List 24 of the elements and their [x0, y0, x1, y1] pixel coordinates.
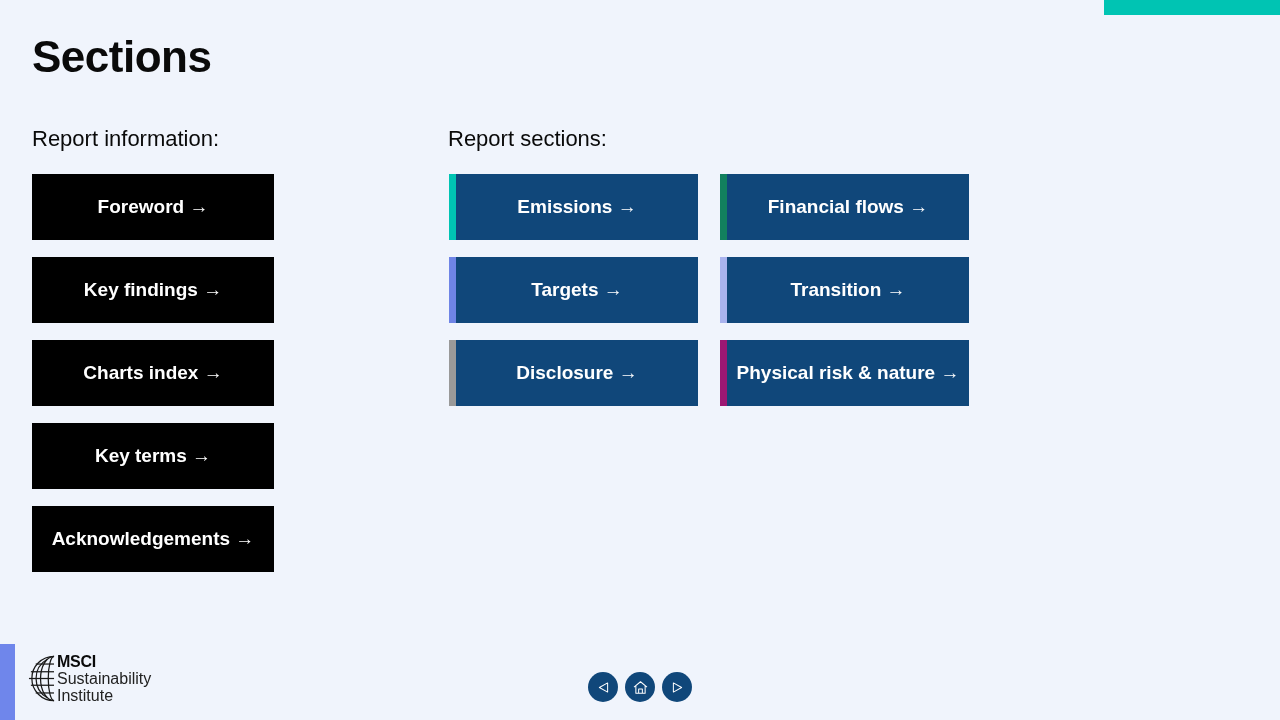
info-link-button[interactable]: Key findings → — [32, 257, 274, 323]
globe-icon — [28, 655, 55, 702]
next-button[interactable] — [662, 672, 692, 702]
logo-name: MSCI — [57, 654, 97, 670]
section-heading: Report sections: — [448, 126, 607, 152]
previous-button[interactable] — [588, 672, 618, 702]
logo-subtitle: Institute — [57, 687, 115, 704]
section-link-button[interactable]: Financial flows → — [720, 174, 969, 240]
section-link-button[interactable]: Physical risk & nature → — [720, 340, 969, 406]
logo-subtitle: Sustainability — [57, 670, 152, 687]
section-link-button[interactable]: Disclosure → — [449, 340, 698, 406]
section-link-button[interactable]: Transition → — [720, 257, 969, 323]
home-button[interactable] — [625, 672, 655, 702]
left-triangle-icon — [597, 681, 609, 693]
home-icon — [632, 680, 648, 694]
section-link-button[interactable]: Emissions → — [449, 174, 698, 240]
page-title: Sections — [32, 31, 212, 83]
info-link-button[interactable]: Acknowledgements → — [32, 506, 274, 572]
right-triangle-icon — [671, 681, 683, 693]
info-link-button[interactable]: Charts index → — [32, 340, 274, 406]
section-heading: Report information: — [32, 126, 220, 152]
info-link-button[interactable]: Foreword → — [32, 174, 274, 240]
section-link-button[interactable]: Targets → — [449, 257, 698, 323]
info-link-button[interactable]: Key terms → — [32, 423, 274, 489]
